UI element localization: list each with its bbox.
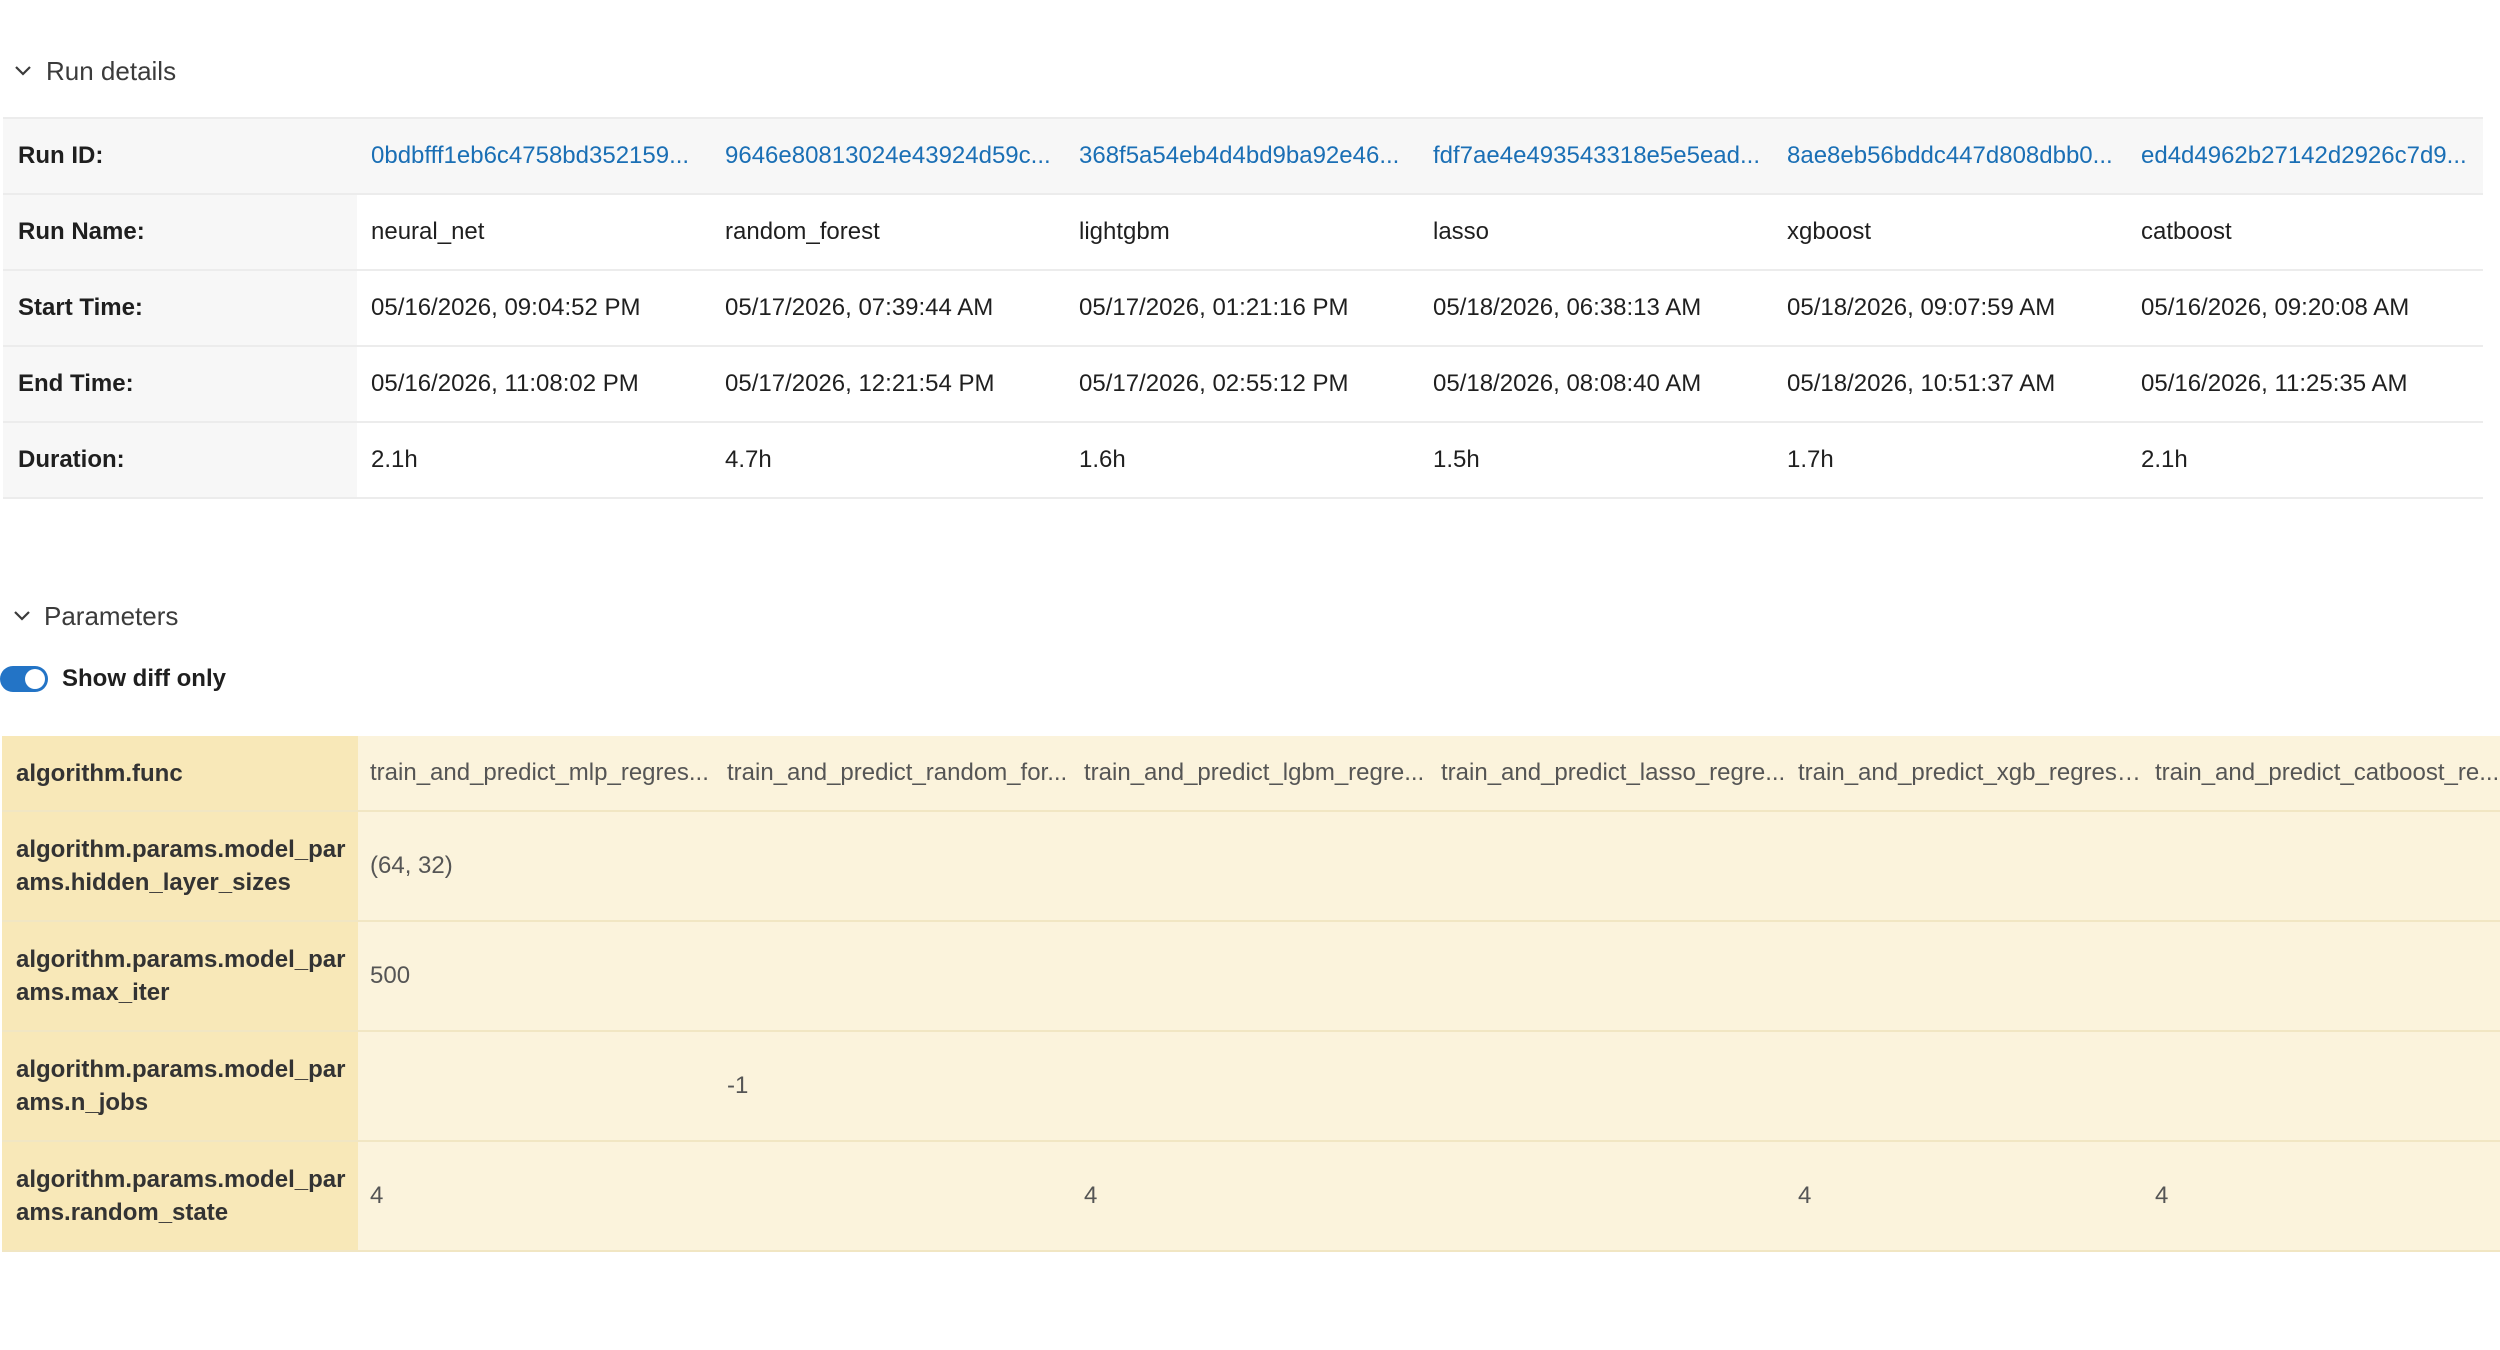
param-name: algorithm.func [2, 736, 358, 812]
parameters-header[interactable]: Parameters [0, 596, 178, 636]
start-time-row: Start Time: 05/16/2026, 09:04:52 PM 05/1… [3, 270, 2483, 347]
param-row: algorithm.params.model_params.max_iter 5… [2, 921, 2500, 1032]
run-id-link[interactable]: 0bdbfff1eb6c4758bd352159... [371, 142, 689, 169]
table-cell: 0bdbfff1eb6c4758bd352159... [357, 117, 711, 195]
end-time-cell: 05/18/2026, 08:08:40 AM [1419, 346, 1773, 423]
param-value [1072, 1031, 1429, 1142]
param-value: train_and_predict_random_for... [715, 736, 1072, 812]
show-diff-toggle[interactable] [0, 666, 48, 692]
duration-cell: 2.1h [357, 422, 711, 499]
param-value [1429, 1141, 1786, 1252]
run-id-link[interactable]: 368f5a54eb4d4bd9ba92e46... [1079, 142, 1399, 169]
param-row: algorithm.func train_and_predict_mlp_reg… [2, 736, 2500, 812]
run-id-row: Run ID: 0bdbfff1eb6c4758bd352159... 9646… [3, 117, 2483, 195]
param-value [1786, 811, 2143, 922]
param-name: algorithm.params.model_params.hidden_lay… [2, 811, 358, 922]
param-row: algorithm.params.model_params.random_sta… [2, 1141, 2500, 1252]
toggle-knob [25, 669, 45, 689]
end-time-cell: 05/17/2026, 02:55:12 PM [1065, 346, 1419, 423]
row-label: End Time: [3, 346, 357, 423]
param-row: algorithm.params.model_params.n_jobs -1 [2, 1031, 2500, 1142]
row-label: Run ID: [3, 117, 357, 195]
show-diff-label: Show diff only [62, 665, 226, 692]
start-time-cell: 05/18/2026, 06:38:13 AM [1419, 270, 1773, 347]
start-time-cell: 05/17/2026, 01:21:16 PM [1065, 270, 1419, 347]
end-time-cell: 05/16/2026, 11:25:35 AM [2127, 346, 2483, 423]
start-time-cell: 05/16/2026, 09:04:52 PM [357, 270, 711, 347]
run-name-cell: random_forest [711, 194, 1065, 271]
run-name-cell: xgboost [1773, 194, 2127, 271]
table-cell: 8ae8eb56bddc447d808dbb0... [1773, 117, 2127, 195]
run-name-cell: neural_net [357, 194, 711, 271]
param-row: algorithm.params.model_params.hidden_lay… [2, 811, 2500, 922]
table-cell: fdf7ae4e493543318e5e5ead... [1419, 117, 1773, 195]
param-value: (64, 32) [358, 811, 715, 922]
param-value [1429, 921, 1786, 1032]
param-value: train_and_predict_mlp_regres... [358, 736, 715, 812]
table-cell: 368f5a54eb4d4bd9ba92e46... [1065, 117, 1419, 195]
param-value: 4 [358, 1141, 715, 1252]
param-value [2143, 921, 2500, 1032]
param-name: algorithm.params.model_params.random_sta… [2, 1141, 358, 1252]
show-diff-toggle-row[interactable]: Show diff only [0, 661, 226, 697]
start-time-cell: 05/16/2026, 09:20:08 AM [2127, 270, 2483, 347]
run-name-cell: lasso [1419, 194, 1773, 271]
duration-cell: 1.5h [1419, 422, 1773, 499]
param-value [1786, 1031, 2143, 1142]
param-value [715, 1141, 1072, 1252]
parameters-table: algorithm.func train_and_predict_mlp_reg… [2, 736, 2500, 1252]
chevron-down-icon[interactable] [0, 65, 46, 77]
run-name-row: Run Name: neural_net random_forest light… [3, 194, 2483, 271]
end-time-row: End Time: 05/16/2026, 11:08:02 PM 05/17/… [3, 346, 2483, 423]
run-id-link[interactable]: ed4d4962b27142d2926c7d9... [2141, 142, 2467, 169]
param-value: -1 [715, 1031, 1072, 1142]
table-cell: 9646e80813024e43924d59c... [711, 117, 1065, 195]
param-name: algorithm.params.model_params.n_jobs [2, 1031, 358, 1142]
chevron-down-icon[interactable] [0, 610, 44, 622]
duration-cell: 1.7h [1773, 422, 2127, 499]
duration-cell: 2.1h [2127, 422, 2483, 499]
param-value [358, 1031, 715, 1142]
param-value: 4 [1072, 1141, 1429, 1252]
param-value [715, 811, 1072, 922]
row-label: Duration: [3, 422, 357, 499]
param-value: 4 [1786, 1141, 2143, 1252]
start-time-cell: 05/17/2026, 07:39:44 AM [711, 270, 1065, 347]
run-details-title: Run details [46, 55, 177, 86]
compare-runs-page: Run details Run ID: 0bdbfff1eb6c4758bd35… [0, 0, 2500, 1350]
start-time-cell: 05/18/2026, 09:07:59 AM [1773, 270, 2127, 347]
param-name: algorithm.params.model_params.max_iter [2, 921, 358, 1032]
param-value [1786, 921, 2143, 1032]
param-value [2143, 1031, 2500, 1142]
param-value: train_and_predict_xgb_regress... [1786, 736, 2143, 812]
run-id-link[interactable]: fdf7ae4e493543318e5e5ead... [1433, 142, 1760, 169]
run-id-link[interactable]: 8ae8eb56bddc447d808dbb0... [1787, 142, 2113, 169]
end-time-cell: 05/18/2026, 10:51:37 AM [1773, 346, 2127, 423]
param-value [1072, 921, 1429, 1032]
param-value [1072, 811, 1429, 922]
duration-cell: 1.6h [1065, 422, 1419, 499]
run-details-header[interactable]: Run details [0, 51, 176, 91]
run-id-link[interactable]: 9646e80813024e43924d59c... [725, 142, 1051, 169]
param-value: 500 [358, 921, 715, 1032]
param-value [2143, 811, 2500, 922]
duration-row: Duration: 2.1h 4.7h 1.6h 1.5h 1.7h 2.1h [3, 422, 2483, 499]
run-details-table: Run ID: 0bdbfff1eb6c4758bd352159... 9646… [3, 117, 2483, 499]
param-value [1429, 811, 1786, 922]
param-value: train_and_predict_lasso_regre... [1429, 736, 1786, 812]
end-time-cell: 05/16/2026, 11:08:02 PM [357, 346, 711, 423]
end-time-cell: 05/17/2026, 12:21:54 PM [711, 346, 1065, 423]
param-value [1429, 1031, 1786, 1142]
duration-cell: 4.7h [711, 422, 1065, 499]
param-value: train_and_predict_lgbm_regre... [1072, 736, 1429, 812]
row-label: Start Time: [3, 270, 357, 347]
param-value [715, 921, 1072, 1032]
param-value: 4 [2143, 1141, 2500, 1252]
run-name-cell: lightgbm [1065, 194, 1419, 271]
parameters-title: Parameters [44, 600, 179, 631]
param-value: train_and_predict_catboost_re... [2143, 736, 2500, 812]
row-label: Run Name: [3, 194, 357, 271]
run-name-cell: catboost [2127, 194, 2483, 271]
table-cell: ed4d4962b27142d2926c7d9... [2127, 117, 2483, 195]
